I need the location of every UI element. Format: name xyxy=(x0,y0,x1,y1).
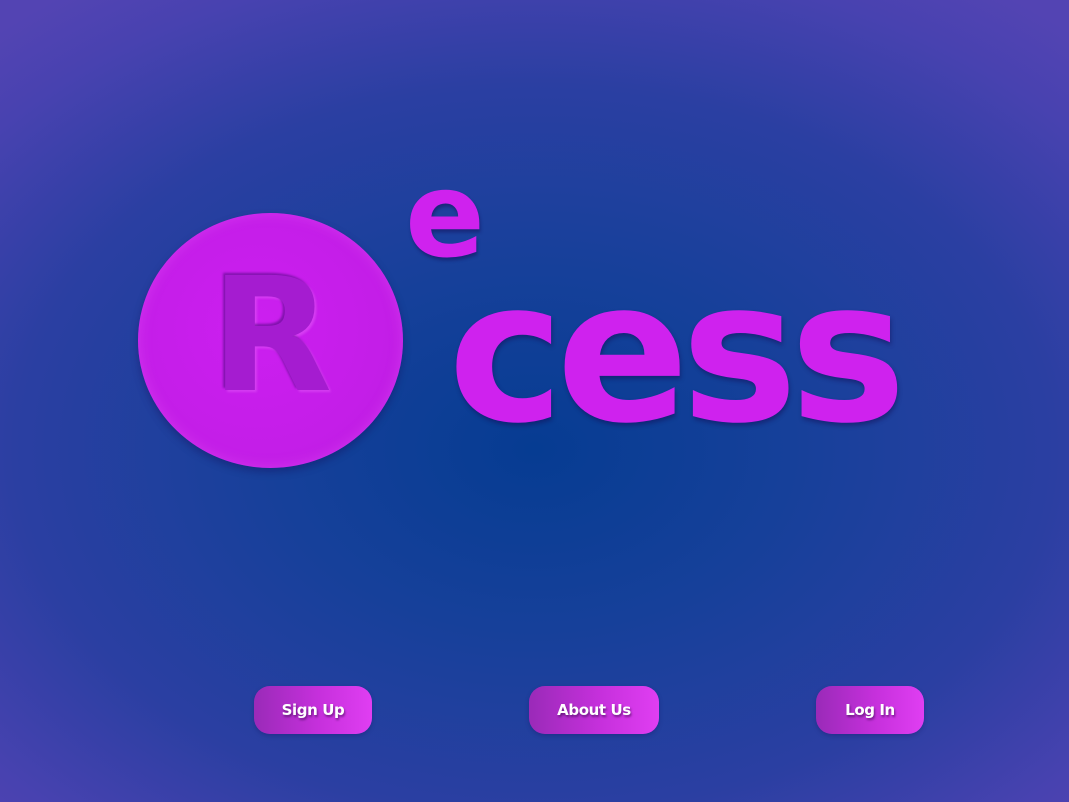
sign-up-button[interactable]: Sign Up xyxy=(254,686,372,734)
logo-word-cess: cess xyxy=(448,239,906,467)
logo-letter-r: R xyxy=(210,244,333,428)
app-logo: R e cess xyxy=(0,0,1069,802)
log-in-button[interactable]: Log In xyxy=(816,686,924,734)
about-us-button[interactable]: About Us xyxy=(529,686,659,734)
